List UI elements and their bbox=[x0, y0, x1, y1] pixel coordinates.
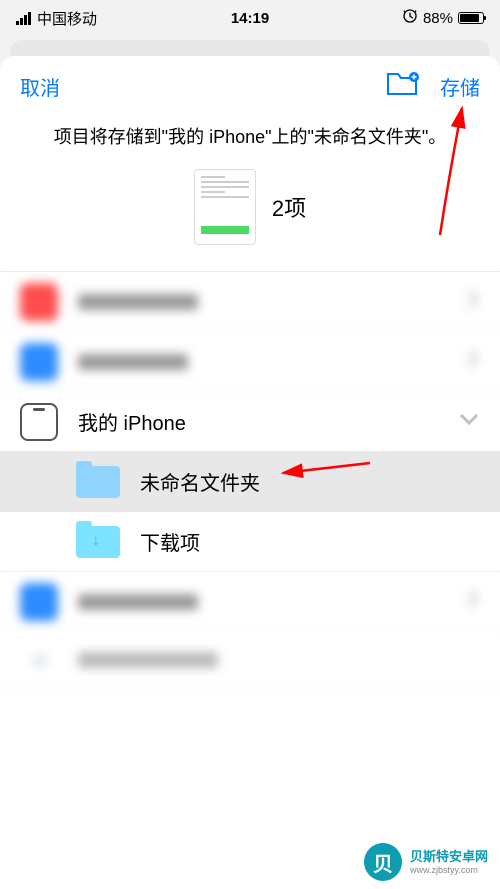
status-time: 14:19 bbox=[231, 10, 269, 27]
location-item-unnamed-folder[interactable]: 未命名文件夹 bbox=[0, 452, 500, 512]
downloads-folder-icon bbox=[76, 526, 120, 558]
location-item-downloads[interactable]: 下载项 bbox=[0, 512, 500, 572]
item-count: 2项 bbox=[272, 191, 306, 223]
signal-icon bbox=[16, 12, 31, 25]
location-item-blurred-1[interactable] bbox=[0, 272, 500, 332]
location-label: 未命名文件夹 bbox=[140, 467, 480, 496]
watermark-name: 贝斯特安卓网 bbox=[410, 849, 488, 865]
new-folder-button[interactable] bbox=[386, 70, 420, 103]
app-icon bbox=[20, 283, 58, 321]
watermark-url: www.zjbstyy.com bbox=[410, 865, 488, 875]
folder-icon bbox=[76, 466, 120, 498]
preview-area: 2项 bbox=[0, 155, 500, 271]
chevron-down-icon bbox=[458, 412, 480, 431]
battery-percent: 88% bbox=[423, 10, 453, 27]
status-left: 中国移动 bbox=[16, 8, 97, 29]
status-bar: 中国移动 14:19 88% bbox=[0, 0, 500, 36]
app-icon bbox=[20, 343, 58, 381]
location-item-blurred-4[interactable]: ☁️ bbox=[0, 632, 500, 688]
location-item-blurred-3[interactable] bbox=[0, 572, 500, 632]
alarm-icon bbox=[402, 8, 418, 28]
location-item-my-iphone[interactable]: 我的 iPhone bbox=[0, 392, 500, 452]
watermark: 贝 贝斯特安卓网 www.zjbstyy.com bbox=[364, 843, 488, 881]
save-modal: 取消 存储 项目将存储到"我的 iPhone"上的"未命名文件夹"。 2项 bbox=[0, 56, 500, 889]
cancel-button[interactable]: 取消 bbox=[20, 72, 60, 101]
modal-backdrop bbox=[10, 40, 490, 56]
location-list: 我的 iPhone 未命名文件夹 下载项 ☁️ bbox=[0, 271, 500, 688]
battery-icon bbox=[458, 12, 484, 24]
chevron-right-icon bbox=[466, 348, 480, 375]
status-right: 88% bbox=[402, 8, 484, 28]
carrier-name: 中国移动 bbox=[37, 8, 97, 29]
chevron-right-icon bbox=[466, 288, 480, 315]
blurred-label bbox=[78, 354, 188, 370]
location-label: 下载项 bbox=[140, 527, 480, 556]
app-icon bbox=[20, 583, 58, 621]
watermark-logo-icon: 贝 bbox=[364, 843, 402, 881]
save-location-description: 项目将存储到"我的 iPhone"上的"未命名文件夹"。 bbox=[0, 117, 500, 155]
blurred-label bbox=[78, 652, 218, 668]
cloud-icon: ☁️ bbox=[20, 641, 58, 679]
modal-header: 取消 存储 bbox=[0, 56, 500, 117]
phone-icon bbox=[20, 403, 58, 441]
blurred-label bbox=[78, 594, 198, 610]
blurred-label bbox=[78, 294, 198, 310]
document-preview-icon bbox=[194, 169, 256, 245]
chevron-right-icon bbox=[466, 588, 480, 615]
location-label: 我的 iPhone bbox=[78, 407, 458, 436]
save-button[interactable]: 存储 bbox=[440, 72, 480, 101]
location-item-blurred-2[interactable] bbox=[0, 332, 500, 392]
